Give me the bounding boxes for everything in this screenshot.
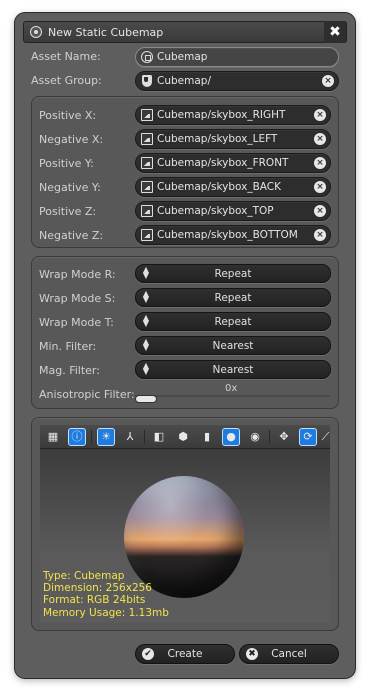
mag-filter-label: Mag. Filter: bbox=[39, 364, 100, 377]
wrap-mode-t-select[interactable]: ▲ ▼ Repeat bbox=[135, 312, 331, 331]
image-icon bbox=[141, 181, 153, 193]
face-label: Positive X: bbox=[39, 109, 97, 122]
toolbar-divider bbox=[269, 430, 270, 444]
face-field-positive-z[interactable]: Cubemap/skybox_TOP × bbox=[135, 201, 331, 221]
face-value: Cubemap/skybox_BACK bbox=[157, 181, 282, 193]
asset-name-value: Cubemap bbox=[157, 51, 208, 63]
face-value: Cubemap/skybox_LEFT bbox=[157, 133, 278, 145]
face-value: Cubemap/skybox_BOTTOM bbox=[157, 229, 298, 241]
cubemap-icon bbox=[141, 51, 153, 63]
torus-icon[interactable]: ◉ bbox=[246, 428, 264, 446]
wrap-r-label: Wrap Mode R: bbox=[39, 268, 116, 281]
face-label: Negative Z: bbox=[39, 229, 104, 242]
wrap-r-value: Repeat bbox=[214, 268, 252, 280]
image-icon bbox=[141, 229, 153, 241]
asset-group-label: Asset Group: bbox=[31, 74, 102, 87]
move-icon[interactable]: ✥ bbox=[275, 428, 293, 446]
clear-icon[interactable]: × bbox=[314, 181, 326, 193]
face-label: Positive Y: bbox=[39, 157, 94, 170]
asset-group-field[interactable]: Cubemap/ × bbox=[135, 71, 339, 91]
info-dimension: Dimension: 256x256 bbox=[43, 582, 152, 594]
face-field-negative-z[interactable]: Cubemap/skybox_BOTTOM × bbox=[135, 225, 331, 245]
anisotropic-label: Anisotropic Filter: bbox=[39, 388, 135, 401]
info-format: Format: RGB 24bits bbox=[43, 594, 146, 606]
clear-icon[interactable]: × bbox=[314, 157, 326, 169]
face-value: Cubemap/skybox_RIGHT bbox=[157, 109, 286, 121]
face-label: Negative X: bbox=[39, 133, 104, 146]
cube-icon[interactable]: ⬢ bbox=[174, 428, 192, 446]
clear-icon[interactable]: × bbox=[322, 75, 334, 87]
wrap-t-label: Wrap Mode T: bbox=[39, 316, 114, 329]
cancel-button[interactable]: ✖ Cancel bbox=[239, 644, 339, 664]
clear-icon[interactable]: × bbox=[314, 229, 326, 241]
wrap-mode-s-select[interactable]: ▲ ▼ Repeat bbox=[135, 288, 331, 307]
min-filter-select[interactable]: ▲ ▼ Nearest bbox=[135, 336, 331, 355]
face-value: Cubemap/skybox_TOP bbox=[157, 205, 274, 217]
cubemap-sphere-preview bbox=[124, 476, 244, 598]
cubemap-icon bbox=[30, 26, 42, 38]
more-icon[interactable]: ⟋ bbox=[321, 428, 330, 446]
light-icon[interactable]: ☀ bbox=[97, 428, 115, 446]
clear-icon[interactable]: × bbox=[314, 133, 326, 145]
info-icon[interactable]: ⓘ bbox=[68, 428, 86, 446]
sphere-icon[interactable]: ● bbox=[222, 428, 240, 446]
face-field-positive-y[interactable]: Cubemap/skybox_FRONT × bbox=[135, 153, 331, 173]
toolbar-divider bbox=[91, 430, 92, 444]
mag-filter-select[interactable]: ▲ ▼ Nearest bbox=[135, 360, 331, 379]
wrap-mode-r-select[interactable]: ▲ ▼ Repeat bbox=[135, 264, 331, 283]
image-icon bbox=[141, 157, 153, 169]
create-label: Create bbox=[167, 648, 203, 660]
title-bar[interactable]: New Static Cubemap ✖ bbox=[23, 21, 347, 43]
cylinder-icon[interactable]: ▮ bbox=[198, 428, 216, 446]
face-field-negative-y[interactable]: Cubemap/skybox_BACK × bbox=[135, 177, 331, 197]
clear-icon[interactable]: × bbox=[314, 109, 326, 121]
anisotropic-slider-track[interactable] bbox=[135, 395, 330, 397]
face-label: Negative Y: bbox=[39, 181, 101, 194]
window-title: New Static Cubemap bbox=[48, 26, 164, 39]
anisotropic-value: 0x bbox=[225, 383, 238, 394]
group-icon bbox=[142, 75, 152, 87]
wrap-s-value: Repeat bbox=[214, 292, 252, 304]
image-icon bbox=[141, 205, 153, 217]
wrap-t-value: Repeat bbox=[214, 316, 252, 328]
clear-icon[interactable]: × bbox=[314, 205, 326, 217]
axes-icon[interactable]: ⅄ bbox=[121, 428, 139, 446]
asset-name-label: Asset Name: bbox=[31, 50, 101, 63]
checker-background-icon[interactable]: ▦ bbox=[44, 428, 62, 446]
info-type: Type: Cubemap bbox=[43, 570, 125, 582]
create-button[interactable]: ✔ Create bbox=[135, 644, 235, 664]
wrap-s-label: Wrap Mode S: bbox=[39, 292, 116, 305]
rotate-icon[interactable]: ⟳ bbox=[299, 428, 317, 446]
face-label: Positive Z: bbox=[39, 205, 97, 218]
image-icon bbox=[141, 133, 153, 145]
close-button[interactable]: ✖ bbox=[324, 21, 346, 43]
min-filter-value: Nearest bbox=[212, 340, 254, 352]
mag-filter-value: Nearest bbox=[212, 364, 254, 376]
face-field-negative-x[interactable]: Cubemap/skybox_LEFT × bbox=[135, 129, 331, 149]
plane-icon[interactable]: ◧ bbox=[150, 428, 168, 446]
preview-viewport[interactable]: Type: Cubemap Dimension: 256x256 Format:… bbox=[40, 449, 330, 623]
min-filter-label: Min. Filter: bbox=[39, 340, 97, 353]
asset-group-value: Cubemap/ bbox=[157, 75, 211, 87]
toolbar-divider bbox=[144, 430, 145, 444]
asset-name-input[interactable]: Cubemap bbox=[135, 47, 339, 67]
info-memory: Memory Usage: 1.13mb bbox=[43, 607, 169, 619]
cancel-label: Cancel bbox=[271, 648, 307, 660]
anisotropic-slider-handle[interactable] bbox=[135, 395, 157, 403]
face-value: Cubemap/skybox_FRONT bbox=[157, 157, 289, 169]
image-icon bbox=[141, 109, 153, 121]
face-field-positive-x[interactable]: Cubemap/skybox_RIGHT × bbox=[135, 105, 331, 125]
preview-toolbar: ▦ ⓘ ☀ ⅄ ◧ ⬢ ▮ ● ◉ ✥ ⟳ ⟋ bbox=[40, 425, 330, 449]
